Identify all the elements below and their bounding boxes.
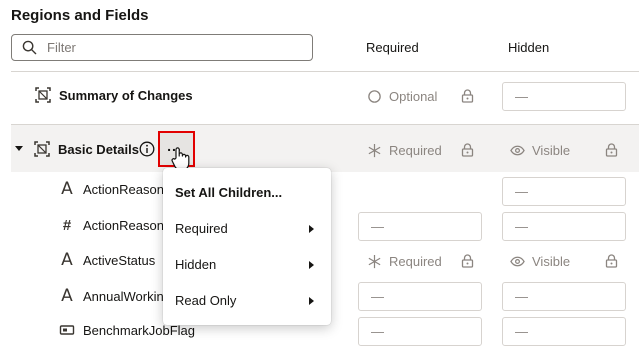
region-basic-details[interactable]: Basic Details: [34, 141, 139, 157]
summary-hidden-field[interactable]: —: [502, 82, 626, 111]
circle-icon: [368, 90, 381, 103]
text-type-icon: A: [61, 179, 73, 199]
field-row[interactable]: A AnnualWorkin: [59, 286, 164, 306]
asterisk-icon: [368, 254, 381, 269]
field-required-field[interactable]: —: [358, 282, 482, 311]
info-icon[interactable]: [139, 141, 155, 157]
text-type-icon: A: [61, 250, 73, 270]
menu-item-read-only[interactable]: Read Only: [175, 293, 236, 308]
column-header-hidden: Hidden: [508, 40, 550, 55]
summary-required-status[interactable]: Optional: [367, 89, 437, 104]
expand-caret-icon[interactable]: [15, 146, 23, 151]
region-label: Basic Details: [58, 141, 139, 157]
basic-required-status[interactable]: Required: [367, 143, 442, 158]
flag-type-icon: [59, 325, 75, 335]
header-divider: [11, 71, 639, 72]
field-hidden-field[interactable]: —: [502, 317, 626, 346]
lock-icon[interactable]: [461, 143, 474, 157]
field-row[interactable]: A ActionReason: [59, 179, 164, 199]
field-row[interactable]: A ActiveStatus: [59, 250, 155, 270]
field-row[interactable]: # ActionReason: [59, 216, 164, 234]
region-label: Summary of Changes: [59, 87, 193, 103]
field-required-field[interactable]: —: [358, 317, 482, 346]
field-hidden-status[interactable]: Visible: [510, 254, 570, 269]
search-icon: [22, 40, 37, 55]
number-type-icon: #: [62, 216, 72, 234]
field-required-field[interactable]: —: [358, 212, 482, 241]
basic-hidden-status[interactable]: Visible: [510, 143, 570, 158]
submenu-arrow-icon: [309, 225, 314, 233]
field-hidden-field[interactable]: —: [502, 282, 626, 311]
column-header-required: Required: [366, 40, 419, 55]
submenu-arrow-icon: [309, 297, 314, 305]
eye-icon: [510, 145, 525, 156]
menu-item-required[interactable]: Required: [175, 221, 228, 236]
region-summary-of-changes[interactable]: Summary of Changes: [35, 87, 193, 103]
page-title: Regions and Fields: [11, 7, 149, 24]
lock-icon[interactable]: [605, 254, 618, 268]
region-icon: [34, 141, 50, 157]
filter-placeholder: Filter: [47, 40, 76, 55]
filter-input[interactable]: Filter: [11, 34, 313, 61]
eye-icon: [510, 256, 525, 267]
text-type-icon: A: [61, 286, 73, 306]
set-all-children-menu: Set All Children... Required Hidden Read…: [163, 168, 331, 325]
field-hidden-field[interactable]: —: [502, 177, 626, 206]
field-required-status[interactable]: Required: [367, 254, 442, 269]
submenu-arrow-icon: [309, 261, 314, 269]
menu-item-hidden[interactable]: Hidden: [175, 257, 216, 272]
lock-icon[interactable]: [461, 89, 474, 103]
lock-icon[interactable]: [605, 143, 618, 157]
menu-heading: Set All Children...: [175, 185, 283, 200]
lock-icon[interactable]: [461, 254, 474, 268]
field-hidden-field[interactable]: —: [502, 212, 626, 241]
asterisk-icon: [368, 143, 381, 158]
region-icon: [35, 87, 51, 103]
